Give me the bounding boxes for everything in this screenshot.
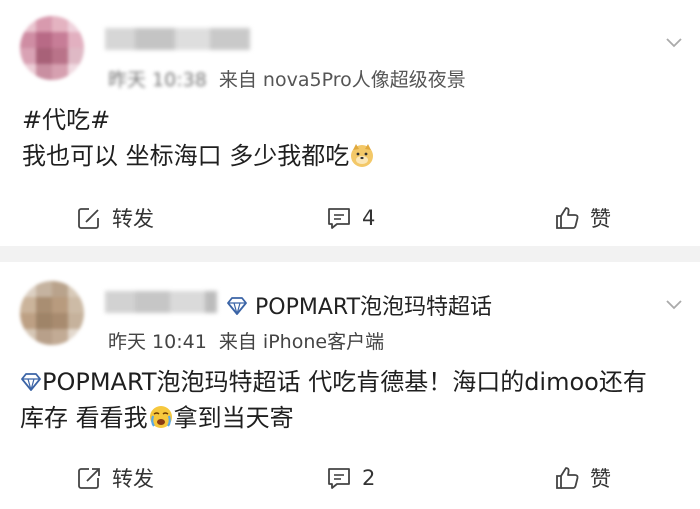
username-blurred[interactable] (105, 291, 217, 313)
comment-count: 2 (362, 466, 376, 490)
hashtag-link[interactable]: #代吃# (22, 102, 375, 138)
avatar[interactable] (20, 281, 84, 345)
repost-button[interactable]: 转发 (76, 458, 154, 498)
repost-label: 转发 (112, 467, 154, 491)
repost-icon (78, 467, 100, 489)
like-icon (556, 467, 579, 489)
like-label: 赞 (590, 467, 611, 491)
repost-button[interactable]: 转发 (76, 198, 154, 238)
post-card-1: 昨天 10:38 来自 nova5Pro人像超级夜景 #代吃# 我也可以 坐标海… (0, 0, 700, 246)
post-source: 来自 nova5Pro人像超级夜景 (218, 69, 466, 91)
comment-icon (328, 468, 350, 489)
action-bar: 转发 4 赞 (0, 198, 700, 238)
comment-icon (328, 208, 350, 229)
crying-emoji (149, 406, 172, 428)
like-button[interactable]: 赞 (554, 458, 611, 498)
post-text: POPMART泡泡玛特超话 代吃肯德基！海口的dimoo还有 库存 看看我 拿到… (20, 364, 647, 436)
post-time: 昨天 10:41 (108, 331, 207, 353)
post-meta: 昨天 10:38 来自 nova5Pro人像超级夜景 (108, 65, 466, 92)
action-bar: 转发 2 赞 (0, 458, 700, 498)
repost-icon (78, 207, 100, 229)
like-label: 赞 (590, 207, 611, 231)
topic-link[interactable]: POPMART泡泡玛特超话 (42, 368, 301, 396)
post-text-line: 库存 看看我 拿到当天寄 (20, 404, 294, 432)
avatar[interactable] (20, 16, 84, 80)
topic-badge[interactable]: POPMART泡泡玛特超话 (226, 289, 492, 321)
post-card-2: POPMART泡泡玛特超话 昨天 10:41 来自 iPhone客户端 POPM… (0, 262, 700, 509)
post-meta: 昨天 10:41 来自 iPhone客户端 (108, 327, 384, 354)
repost-label: 转发 (112, 207, 154, 231)
like-button[interactable]: 赞 (554, 198, 611, 238)
post-text-line: POPMART泡泡玛特超话 代吃肯德基！海口的dimoo还有 (20, 364, 647, 400)
comment-count: 4 (362, 206, 376, 230)
diamond-icon (227, 297, 247, 315)
post-text: #代吃# 我也可以 坐标海口 多少我都吃 (22, 102, 375, 174)
chevron-down-icon[interactable] (666, 34, 682, 50)
like-icon (556, 207, 579, 229)
topic-label: POPMART泡泡玛特超话 (255, 295, 493, 320)
username-blurred[interactable] (105, 28, 250, 50)
diamond-icon (21, 373, 41, 391)
post-source: 来自 iPhone客户端 (218, 331, 385, 353)
post-text-line: 我也可以 坐标海口 多少我都吃 (22, 138, 375, 174)
comment-button[interactable]: 2 (326, 458, 375, 498)
comment-button[interactable]: 4 (326, 198, 375, 238)
chevron-down-icon[interactable] (666, 296, 682, 312)
post-time: 昨天 10:38 (108, 69, 207, 91)
doge-emoji (351, 144, 374, 167)
